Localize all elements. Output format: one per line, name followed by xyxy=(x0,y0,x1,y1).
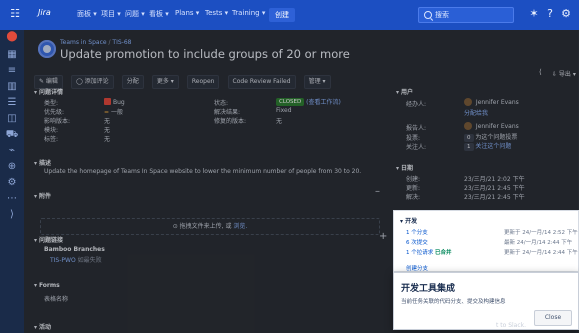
project-icon[interactable]: ⬤ xyxy=(4,30,20,44)
jira-logo[interactable]: Jira xyxy=(38,8,51,17)
shortcuts-icon[interactable]: ⌁ xyxy=(4,144,20,158)
pull-requests-link[interactable]: 1 个拉请求 xyxy=(406,250,433,256)
nav-item-issues[interactable]: 问题 ▾ xyxy=(125,9,145,19)
backlog-icon[interactable]: ≡ xyxy=(4,64,20,78)
development-panel: ▾ 开发 1 个分支 更新于 24/一月/14 2:52 下午 6 次提交 最新… xyxy=(393,210,579,272)
commits-latest: 最新 24/一月/14 2:44 下午 xyxy=(504,240,573,246)
create-button[interactable]: 创建 xyxy=(269,8,295,22)
notifications-icon[interactable]: ✶ xyxy=(527,7,541,21)
search-placeholder: 搜索 xyxy=(435,11,449,19)
branches-link[interactable]: 1 个分支 xyxy=(406,230,428,236)
branches-updated: 更新于 24/一月/14 2:52 下午 xyxy=(504,230,578,236)
project-sidebar: ⬤ ▦ ≡ ▥ ☰ ◫ ⛟ ⌁ ⊕ ⚙ ⋯ ⟩ xyxy=(0,30,24,333)
nav-item-plans[interactable]: Plans ▾ xyxy=(175,9,199,17)
more-icon[interactable]: ⋯ xyxy=(4,192,20,206)
reports-icon[interactable]: ▥ xyxy=(4,80,20,94)
releases-icon[interactable]: ⛟ xyxy=(4,128,20,142)
sidebar-toggle-icon[interactable]: ⟩ xyxy=(4,208,20,222)
issues-icon[interactable]: ☰ xyxy=(4,96,20,110)
nav-item-projects[interactable]: 项目 ▾ xyxy=(101,9,121,19)
grid-icon[interactable]: ☷ xyxy=(8,7,22,21)
background-tail-text: t to Slack. xyxy=(496,322,527,329)
dev-row-branches: 1 个分支 更新于 24/一月/14 2:52 下午 xyxy=(406,228,578,236)
settings-icon[interactable]: ⚙ xyxy=(559,7,573,21)
dev-row-pull-requests: 1 个拉请求 已合并 更新于 24/一月/14 2:44 下午 xyxy=(406,248,578,256)
development-header: ▾ 开发 xyxy=(400,216,417,225)
nav-item-training[interactable]: Training ▾ xyxy=(232,9,265,17)
jira-window: ☷ Jira 面板 ▾ 项目 ▾ 问题 ▾ 看板 ▾ Plans ▾ Tests… xyxy=(0,0,579,333)
dev-row-commits: 6 次提交 最新 24/一月/14 2:44 下午 xyxy=(406,238,572,246)
nav-item-dashboards[interactable]: 面板 ▾ xyxy=(77,9,97,19)
popup-close-button[interactable]: Close xyxy=(534,310,572,326)
components-icon[interactable]: ◫ xyxy=(4,112,20,126)
development-section-title: 开发 xyxy=(405,218,418,225)
development-tooltip-popup: 开发工具集成 当前任务关联的代码分支、提交及构建信息 Close xyxy=(393,272,579,330)
create-button-label: 创建 xyxy=(275,11,289,19)
help-icon[interactable]: ? xyxy=(543,7,557,21)
pull-requests-updated: 更新于 24/一月/14 2:44 下午 xyxy=(504,250,578,256)
search-input[interactable]: 搜索 xyxy=(418,7,514,23)
settings-icon[interactable]: ⚙ xyxy=(4,176,20,190)
popup-body: 当前任务关联的代码分支、提交及构建信息 xyxy=(401,299,506,305)
search-icon xyxy=(424,11,432,19)
create-branch-link[interactable]: 创建分支 xyxy=(406,264,428,272)
top-navigation: ☷ Jira 面板 ▾ 项目 ▾ 问题 ▾ 看板 ▾ Plans ▾ Tests… xyxy=(0,0,579,31)
add-shortcut-icon[interactable]: ⊕ xyxy=(4,160,20,174)
nav-item-boards[interactable]: 看板 ▾ xyxy=(149,9,169,19)
popup-title: 开发工具集成 xyxy=(401,284,456,294)
collapse-development-icon[interactable]: ▾ xyxy=(400,218,403,225)
commits-link[interactable]: 6 次提交 xyxy=(406,240,428,246)
nav-item-tests[interactable]: Tests ▾ xyxy=(205,9,228,17)
pull-request-status: 已合并 xyxy=(435,250,452,256)
board-icon[interactable]: ▦ xyxy=(4,48,20,62)
